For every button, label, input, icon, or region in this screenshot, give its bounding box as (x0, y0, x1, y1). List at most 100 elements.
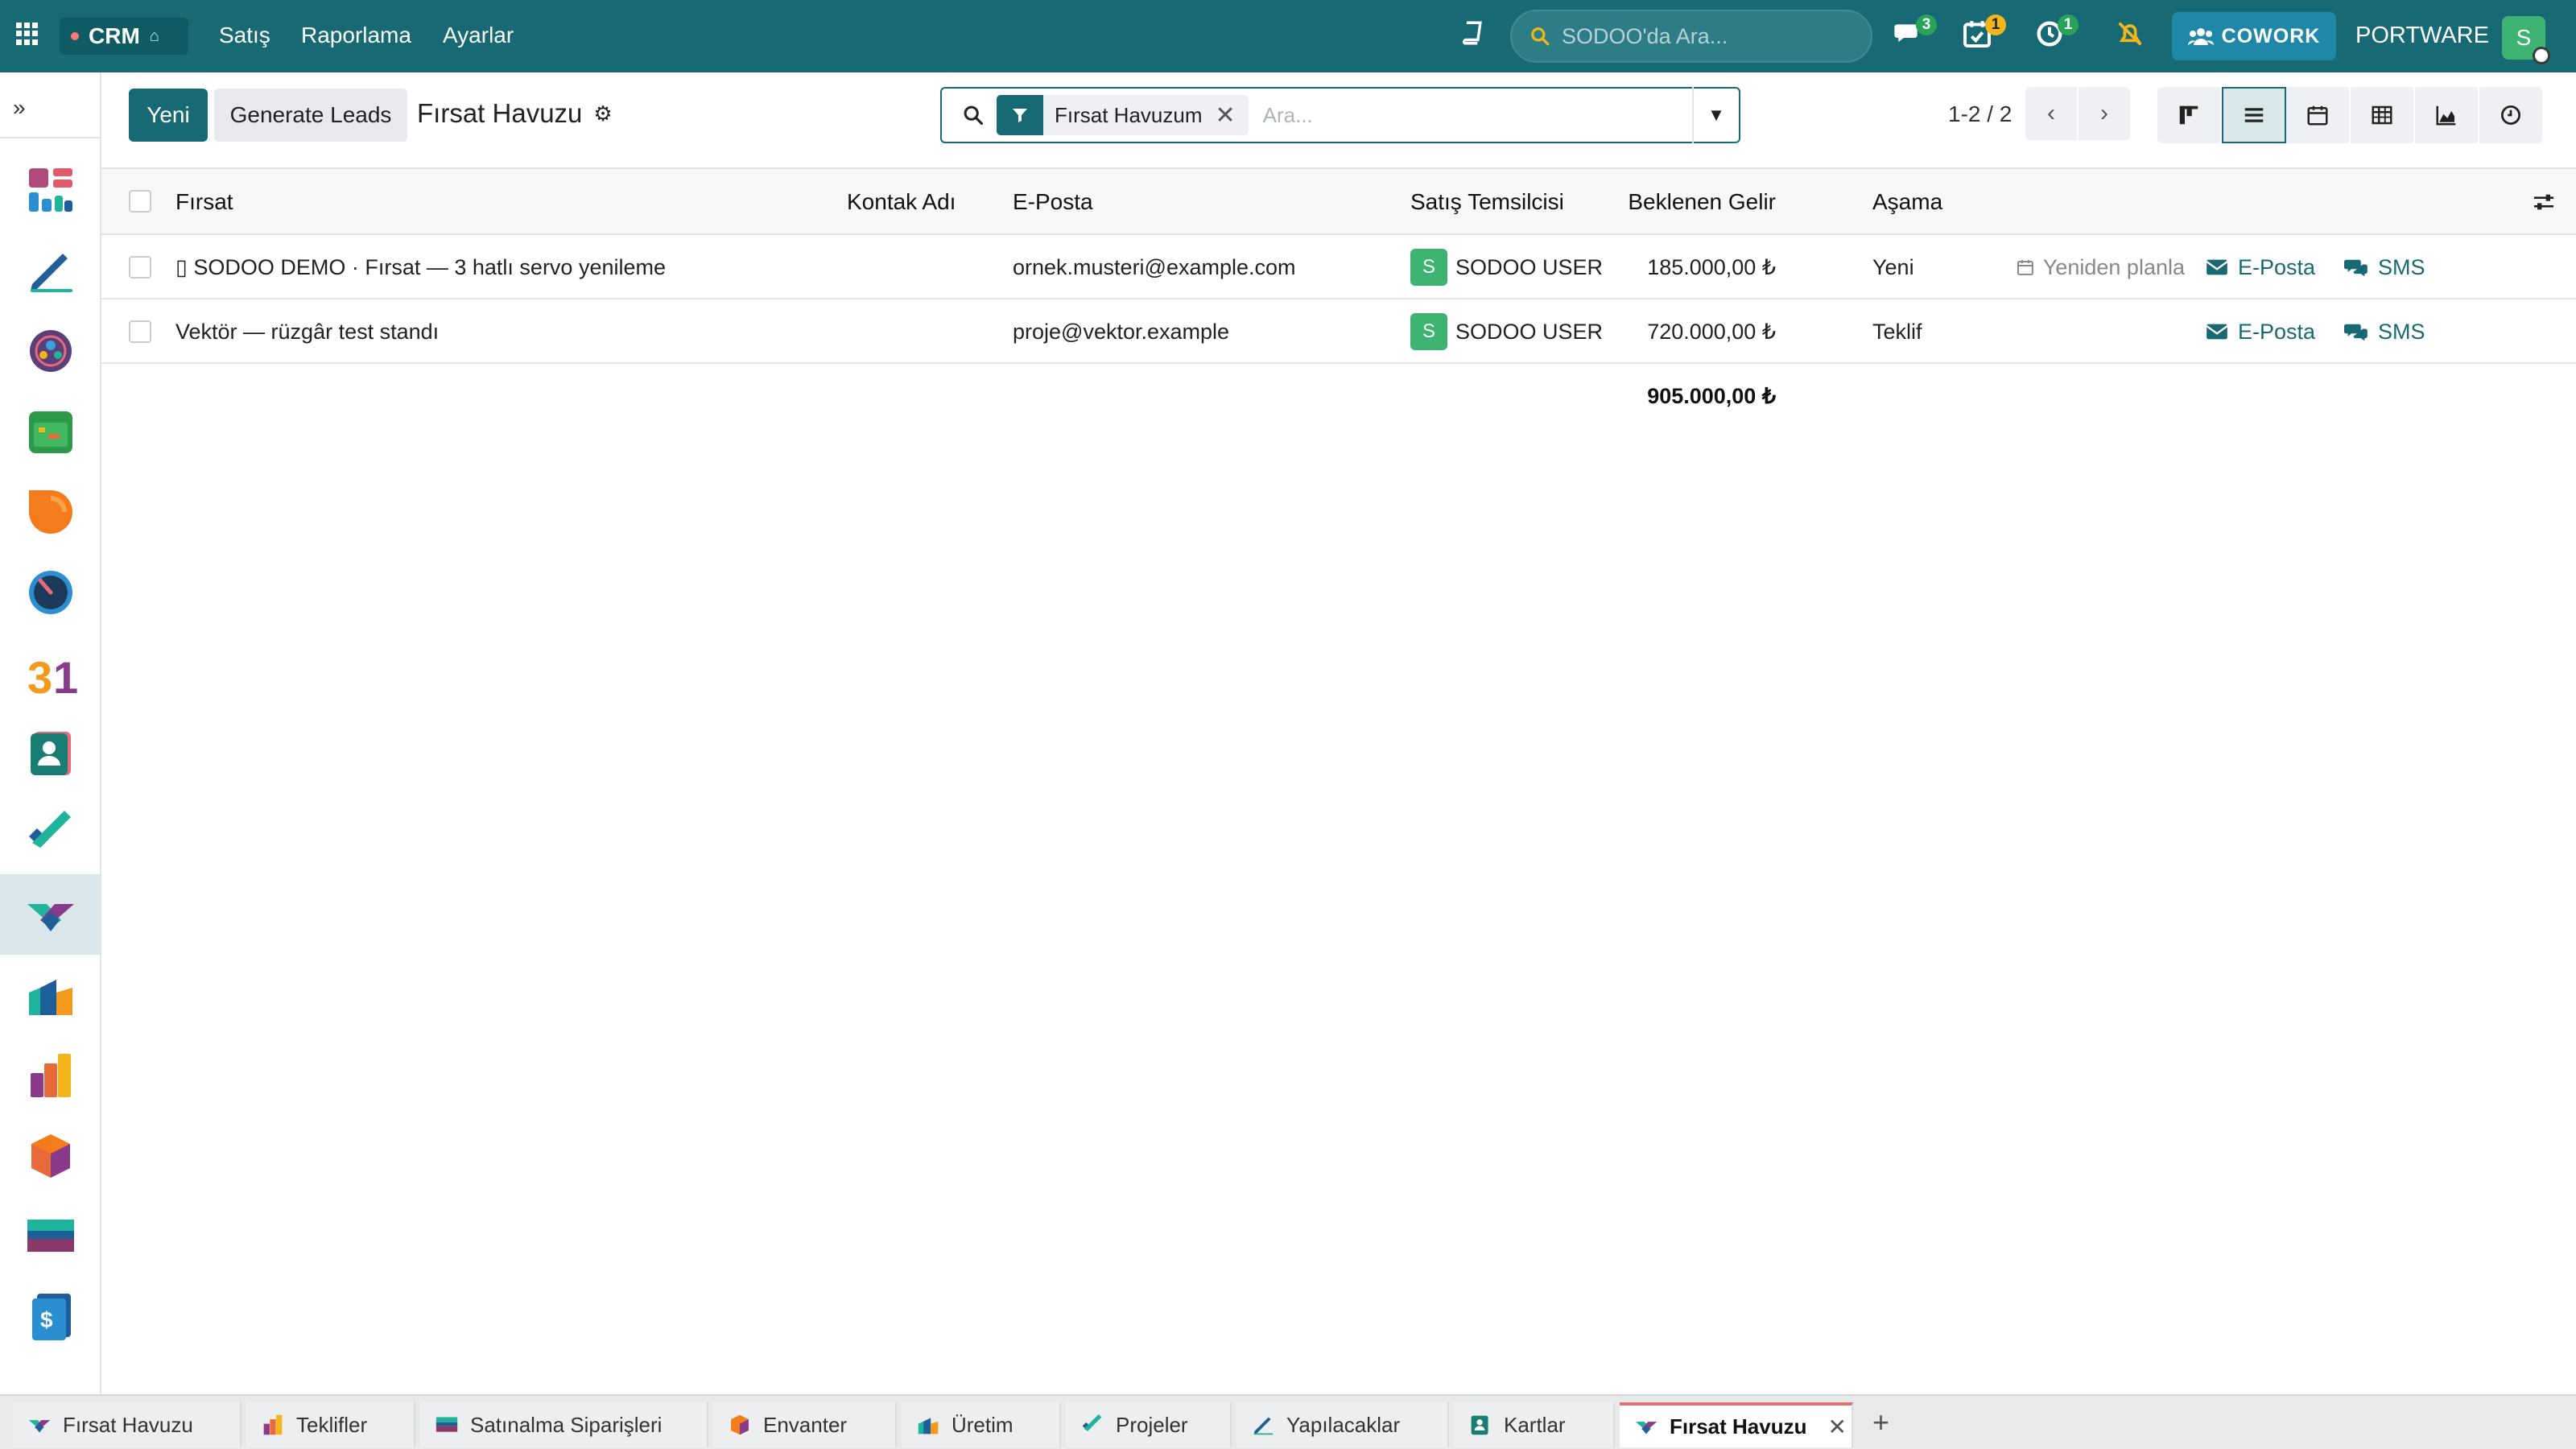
svg-text:3: 3 (27, 652, 52, 700)
window-tab-bar: Fırsat Havuzu Teklifler Satınalma Sipari… (0, 1394, 2576, 1449)
app-name-pill[interactable]: CRM ⌂ (60, 18, 188, 55)
list-view: Fırsat Kontak Adı E-Posta Satış Temsilci… (101, 169, 2576, 1394)
sms-action-button[interactable]: SMS (2344, 299, 2425, 364)
expand-sidebar-icon[interactable]: » (13, 95, 26, 121)
reschedule-label: Yeniden planla (2042, 254, 2185, 279)
search-options-toggle[interactable]: ▼ (1692, 87, 1739, 143)
handshake-app-icon (27, 904, 74, 931)
messages-button[interactable]: 3 (1892, 14, 1937, 53)
cowork-button[interactable]: COWORK (2172, 12, 2336, 60)
row-checkbox[interactable] (129, 256, 151, 279)
book-icon[interactable] (1460, 19, 1488, 47)
table-row[interactable]: Vektör — rüzgâr test standı proje@vektor… (101, 299, 2576, 364)
email-action-label: E-Posta (2238, 319, 2316, 344)
user-avatar[interactable]: S (2502, 16, 2550, 64)
sms-action-button[interactable]: SMS (2344, 235, 2425, 299)
envelope-icon (2206, 259, 2228, 275)
pager-previous-button[interactable]: ‹ (2025, 87, 2077, 140)
graph-view-button[interactable] (2415, 87, 2479, 143)
sms-action-label: SMS (2378, 254, 2425, 279)
tab-projeler[interactable]: Projeler (1066, 1402, 1232, 1447)
tab-label: Üretim (952, 1412, 1013, 1437)
apps-menu-icon[interactable] (16, 23, 39, 45)
column-stage[interactable]: Aşama (1872, 169, 1942, 235)
stage-value: Yeni (1872, 254, 1914, 279)
chevron-left-icon: ‹ (2047, 100, 2055, 126)
remove-facet-icon[interactable]: ✕ (1216, 101, 1249, 130)
menu-sales[interactable]: Satış (219, 23, 270, 48)
sidebar-app-crm[interactable] (0, 874, 101, 955)
bar-chart-icon (263, 1414, 283, 1435)
sidebar-app-inventory[interactable] (0, 1116, 101, 1196)
sidebar-app-sales[interactable] (0, 1035, 101, 1116)
tab-label: Yapılacaklar (1286, 1412, 1401, 1437)
tab-satinalma[interactable]: Satınalma Siparişleri (420, 1402, 708, 1447)
timer-button[interactable]: 1 (2033, 14, 2079, 53)
close-tab-icon[interactable]: ✕ (1828, 1414, 1847, 1440)
sidebar-app-livechat[interactable] (0, 472, 101, 552)
tab-uretim[interactable]: Üretim (902, 1402, 1061, 1447)
table-row[interactable]: ▯ SODOO DEMO · Fırsat — 3 hatlı servo ye… (101, 235, 2576, 299)
list-view-button[interactable] (2222, 87, 2286, 143)
search-bar[interactable]: Fırsat Havuzum ✕ Ara... ▼ (940, 87, 1740, 143)
reschedule-button[interactable]: Yeniden planla (2016, 235, 2185, 299)
column-expected-revenue[interactable]: Beklenen Gelir (1615, 169, 1776, 235)
tab-firsat-havuzu[interactable]: Fırsat Havuzu (13, 1402, 242, 1447)
email-action-button[interactable]: E-Posta (2206, 235, 2315, 299)
row-checkbox[interactable] (129, 320, 151, 343)
invoice-app-icon: $ (32, 1294, 71, 1340)
column-salesperson[interactable]: Satış Temsilcisi (1410, 169, 1564, 235)
handshake-icon (1635, 1422, 1657, 1435)
timer-badge: 1 (2058, 14, 2079, 35)
users-icon (2187, 28, 2214, 45)
caret-down-icon: ▼ (1707, 105, 1725, 125)
sidebar-app-timesheets[interactable] (0, 552, 101, 633)
pager-value[interactable]: 1-2 / 2 (1948, 101, 2012, 127)
calendar-view-button[interactable] (2286, 87, 2351, 143)
activities-button[interactable]: 1 (1961, 14, 2006, 53)
sidebar-app-purchase[interactable] (0, 1196, 101, 1277)
email-value: ornek.musteri@example.com (1013, 254, 1296, 279)
select-all-checkbox[interactable] (129, 190, 151, 213)
sidebar-app-calendar[interactable]: 3 1 (0, 633, 101, 713)
menu-settings[interactable]: Ayarlar (443, 23, 514, 48)
tab-teklifler[interactable]: Teklifler (246, 1402, 415, 1447)
sidebar-app-projects[interactable] (0, 794, 101, 874)
messages-badge: 3 (1916, 14, 1937, 35)
sliders-icon (2534, 194, 2553, 210)
kanban-view-button[interactable] (2157, 87, 2222, 143)
sidebar-app-manufacturing[interactable] (0, 955, 101, 1035)
generate-leads-button[interactable]: Generate Leads (214, 89, 407, 142)
sidebar-app-notes[interactable] (0, 230, 101, 311)
email-action-button[interactable]: E-Posta (2206, 299, 2315, 364)
sidebar-app-dashboard[interactable] (0, 150, 101, 230)
tab-envanter[interactable]: Envanter (713, 1402, 897, 1447)
notifications-muted-button[interactable] (2114, 18, 2149, 53)
pager-next-button[interactable]: › (2079, 87, 2130, 140)
tab-yapilacaklar[interactable]: Yapılacaklar (1236, 1402, 1449, 1447)
tab-kartlar[interactable]: Kartlar (1454, 1402, 1615, 1447)
sidebar-app-discuss[interactable] (0, 311, 101, 391)
column-contact[interactable]: Kontak Adı (847, 169, 956, 235)
company-switcher[interactable]: PORTWARE (2355, 23, 2489, 49)
sidebar-app-invoicing[interactable]: $ (0, 1277, 101, 1357)
pivot-view-button[interactable] (2351, 87, 2415, 143)
expected-revenue: 720.000,00 ₺ (1647, 319, 1776, 344)
tab-label: Teklifler (296, 1412, 368, 1437)
tab-firsat-havuzu-active[interactable]: Fırsat Havuzu ✕ (1620, 1402, 1853, 1447)
new-button[interactable]: Yeni (129, 89, 208, 142)
search-input[interactable]: Ara... (1263, 103, 1692, 128)
sidebar-app-planning[interactable] (0, 391, 101, 472)
expected-revenue: 185.000,00 ₺ (1647, 254, 1776, 279)
cowork-label: COWORK (2221, 24, 2321, 47)
global-search[interactable]: SODOO'da Ara... (1510, 10, 1872, 63)
column-opportunity[interactable]: Fırsat (175, 169, 233, 235)
add-tab-icon[interactable]: + (1872, 1406, 1889, 1439)
dashboard-app-icon (29, 168, 72, 212)
gear-icon[interactable]: ⚙ (593, 101, 612, 126)
sidebar-app-contacts[interactable] (0, 713, 101, 794)
menu-reporting[interactable]: Raporlama (301, 23, 411, 48)
optional-columns-toggle[interactable] (2531, 169, 2557, 235)
activity-view-button[interactable] (2479, 87, 2544, 143)
column-email[interactable]: E-Posta (1013, 169, 1093, 235)
